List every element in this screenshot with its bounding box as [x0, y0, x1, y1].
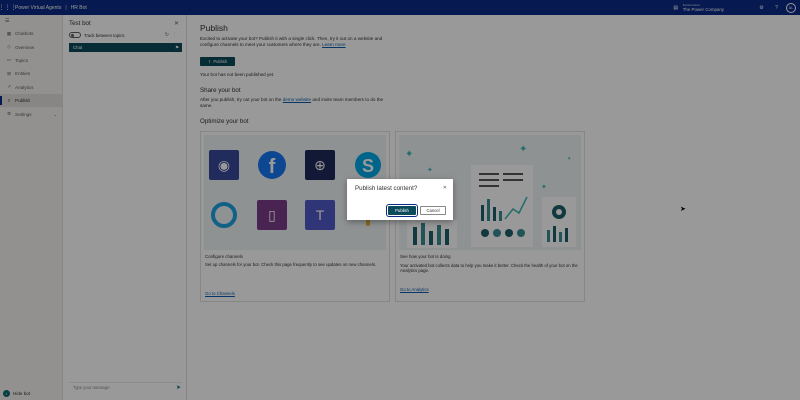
confirm-publish-button[interactable]: Publish	[386, 204, 418, 217]
cancel-button[interactable]: Cancel	[420, 206, 446, 215]
dialog-title: Publish latest content?	[355, 185, 418, 192]
mouse-cursor-icon: ➤	[680, 206, 686, 213]
close-icon[interactable]: ✕	[443, 185, 447, 191]
